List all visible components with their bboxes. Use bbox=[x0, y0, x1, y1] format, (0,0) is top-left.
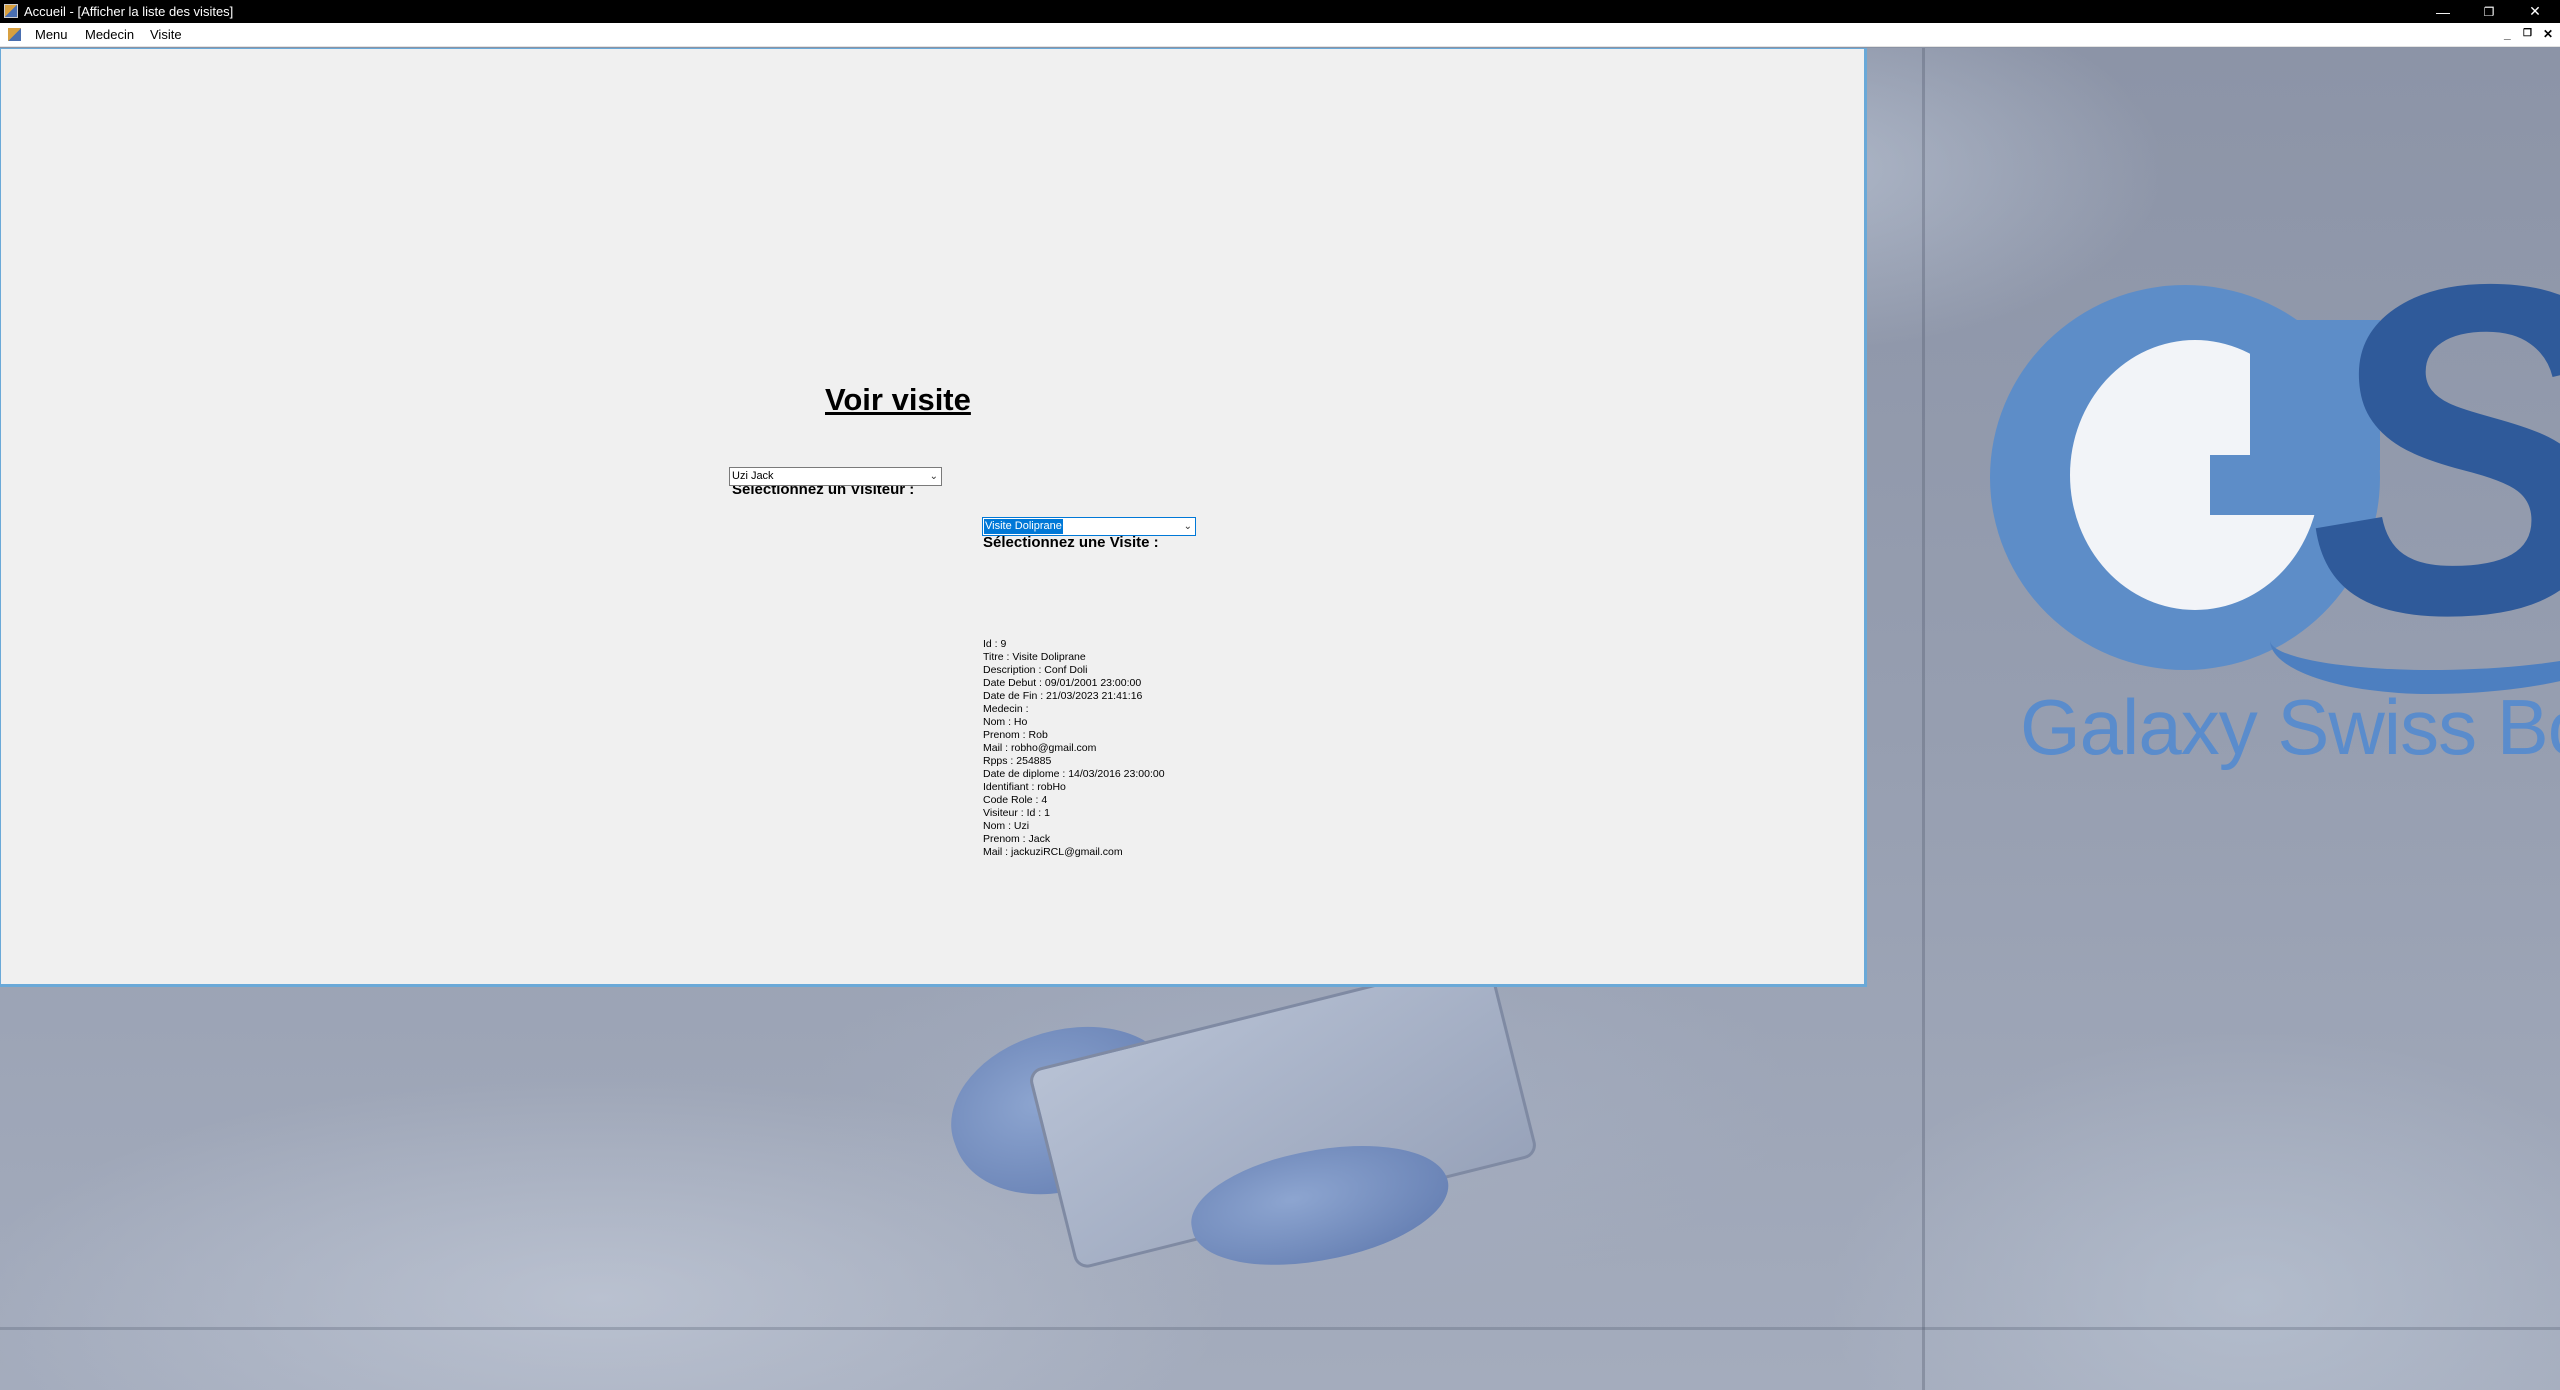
detail-titre: Titre : Visite Doliprane bbox=[983, 651, 1086, 663]
restore-icon[interactable]: ❐ bbox=[2466, 0, 2512, 23]
child-close-icon[interactable]: ✕ bbox=[2543, 27, 2553, 41]
detail-identifiant: Identifiant : robHo bbox=[983, 781, 1066, 793]
close-icon[interactable]: ✕ bbox=[2512, 0, 2558, 23]
detail-date-diplome: Date de diplome : 14/03/2016 23:00:00 bbox=[983, 768, 1165, 780]
visite-form: Voir visite Sélectionnez un Visiteur : U… bbox=[0, 48, 1867, 987]
detail-medecin-mail: Mail : robho@gmail.com bbox=[983, 742, 1097, 754]
background-tile-seam bbox=[1922, 48, 1925, 1390]
page-title: Voir visite bbox=[825, 382, 971, 417]
child-restore-icon[interactable]: ❐ bbox=[2523, 27, 2532, 41]
detail-medecin-heading: Medecin : bbox=[983, 703, 1029, 715]
visite-details: Id : 9 Titre : Visite Doliprane Descript… bbox=[983, 638, 1165, 859]
detail-id: Id : 9 bbox=[983, 638, 1007, 650]
visite-label: Sélectionnez une Visite : bbox=[983, 534, 1159, 551]
visiteur-combobox[interactable]: Uzi Jack ⌄ bbox=[729, 467, 942, 486]
chevron-down-icon[interactable]: ⌄ bbox=[930, 468, 938, 485]
child-minimize-icon[interactable]: _ bbox=[2504, 27, 2511, 41]
detail-visiteur-nom: Nom : Uzi bbox=[983, 820, 1030, 832]
gsb-logo-tagline: Galaxy Swiss Bourd bbox=[2020, 683, 2560, 771]
visite-selected-value: Visite Doliprane bbox=[984, 519, 1063, 534]
minimize-icon[interactable]: — bbox=[2420, 0, 2466, 23]
app-icon bbox=[4, 4, 18, 18]
background-tile-seam bbox=[0, 1327, 2560, 1330]
detail-date-fin: Date de Fin : 21/03/2023 21:41:16 bbox=[983, 690, 1143, 702]
mdi-child-icon[interactable] bbox=[8, 28, 21, 41]
menu-item-menu[interactable]: Menu bbox=[35, 27, 68, 43]
detail-medecin-nom: Nom : Ho bbox=[983, 716, 1028, 728]
title-bar: Accueil - [Afficher la liste des visites… bbox=[0, 0, 2560, 23]
gsb-logo-swoosh bbox=[2270, 560, 2560, 694]
detail-code-role: Code Role : 4 bbox=[983, 794, 1048, 806]
visiteur-selected-value: Uzi Jack bbox=[732, 470, 774, 482]
chevron-down-icon[interactable]: ⌄ bbox=[1184, 518, 1192, 535]
detail-rpps: Rpps : 254885 bbox=[983, 755, 1052, 767]
window-title: Accueil - [Afficher la liste des visites… bbox=[24, 4, 234, 19]
gsb-logo-g-bar bbox=[2210, 455, 2320, 515]
detail-description: Description : Conf Doli bbox=[983, 664, 1088, 676]
detail-visiteur-prenom: Prenom : Jack bbox=[983, 833, 1051, 845]
menu-item-visite[interactable]: Visite bbox=[150, 27, 182, 43]
detail-medecin-prenom: Prenom : Rob bbox=[983, 729, 1048, 741]
detail-visiteur-mail: Mail : jackuziRCL@gmail.com bbox=[983, 846, 1123, 858]
visite-combobox[interactable]: Visite Doliprane ⌄ bbox=[982, 517, 1196, 536]
detail-visiteur-id: Visiteur : Id : 1 bbox=[983, 807, 1050, 819]
detail-date-debut: Date Debut : 09/01/2001 23:00:00 bbox=[983, 677, 1142, 689]
menu-item-medecin[interactable]: Medecin bbox=[85, 27, 134, 43]
menu-bar: Menu Medecin Visite _ ❐ ✕ bbox=[0, 23, 2560, 47]
